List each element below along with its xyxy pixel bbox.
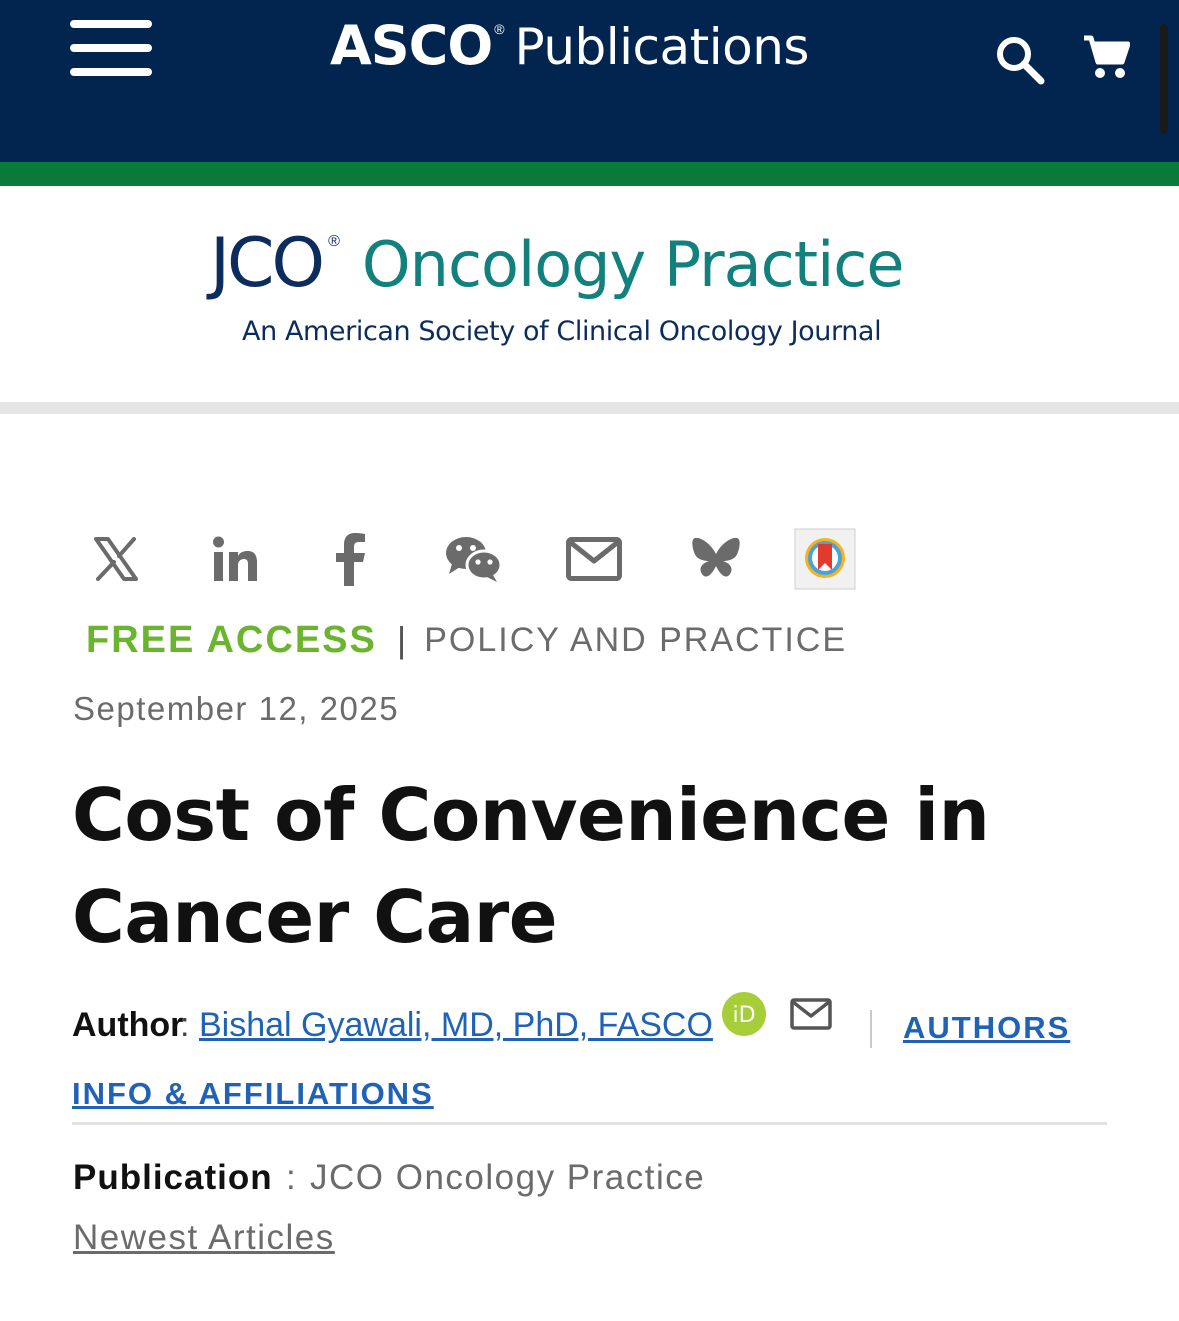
section-divider	[0, 402, 1179, 414]
orcid-icon-label: iD	[732, 1003, 755, 1028]
author-name-link[interactable]: Bishal Gyawali, MD, PhD, FASCO	[199, 1006, 713, 1045]
linkedin-icon[interactable]	[204, 528, 264, 590]
journal-subtitle: An American Society of Clinical Oncology…	[242, 316, 882, 347]
journal-name: Oncology Practice	[361, 228, 905, 301]
brand-asco-text: ASCO	[330, 14, 493, 77]
authors-info-link[interactable]: AUTHORS	[903, 1010, 1070, 1046]
author-separator	[870, 1010, 872, 1048]
brand-registered-mark: ®	[494, 21, 505, 37]
mendeley-icon[interactable]	[794, 528, 856, 590]
publication-date: September 12, 2025	[73, 690, 400, 727]
journal-title-row: JCO ® Oncology Practice	[210, 224, 905, 303]
journal-abbr: JCO	[210, 224, 325, 303]
green-accent-stripe	[0, 162, 1179, 186]
journal-masthead[interactable]: JCO ® Oncology Practice An American Soci…	[0, 186, 1179, 402]
affiliations-link[interactable]: INFO & AFFILIATIONS	[72, 1076, 434, 1112]
free-access-badge: FREE ACCESS	[86, 618, 377, 661]
journal-registered-mark: ®	[328, 233, 340, 250]
newest-articles-link[interactable]: Newest Articles	[73, 1218, 335, 1258]
orcid-icon[interactable]: iD	[722, 992, 766, 1036]
hamburger-menu-icon[interactable]	[70, 20, 152, 76]
top-nav-bar: ASCO ® Publications	[0, 0, 1179, 162]
publication-colon: :	[286, 1158, 296, 1197]
publication-name: JCO Oncology Practice	[310, 1158, 706, 1197]
asco-publications-logo[interactable]: ASCO ® Publications	[330, 14, 810, 84]
article-title: Cost of Convenience in Cancer Care	[72, 773, 990, 959]
author-label: Author	[72, 1006, 184, 1044]
meta-divider	[72, 1122, 1107, 1125]
facebook-icon[interactable]	[320, 528, 380, 590]
author-colon: :	[180, 1006, 190, 1044]
search-icon[interactable]	[994, 34, 1046, 86]
tagline-separator: |	[396, 619, 407, 660]
x-twitter-icon[interactable]	[86, 528, 146, 590]
email-icon[interactable]	[562, 528, 626, 590]
wechat-icon[interactable]	[442, 528, 506, 590]
publication-label: Publication	[73, 1158, 273, 1197]
brand-publications-text: Publications	[514, 18, 810, 76]
bluesky-icon[interactable]	[686, 528, 746, 590]
shopping-cart-icon[interactable]	[1082, 34, 1131, 80]
article-tagline: FREE ACCESS | POLICY AND PRACTICE	[86, 618, 847, 662]
page-scrollbar[interactable]	[1160, 24, 1168, 134]
article-section-label: POLICY AND PRACTICE	[424, 620, 848, 659]
email-author-icon[interactable]	[790, 998, 832, 1030]
